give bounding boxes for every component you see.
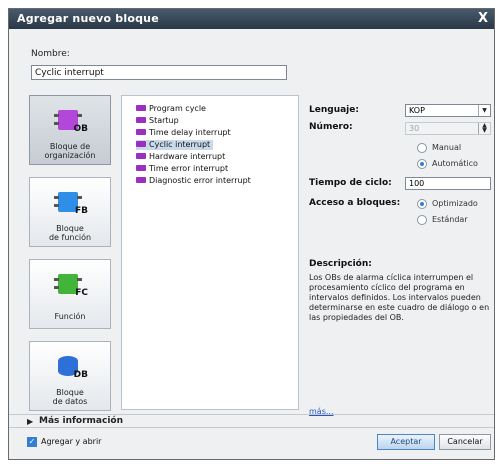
block-access-label: Acceso a bloques: <box>309 198 401 208</box>
db-block-icon: DB <box>54 352 88 380</box>
chevron-down-icon: ▼ <box>478 105 490 116</box>
list-item[interactable]: Startup <box>136 116 179 126</box>
ob-icon <box>136 152 146 159</box>
cycle-time-input[interactable]: 100 <box>405 177 491 190</box>
optimized-radio[interactable] <box>417 199 427 209</box>
add-open-checkbox[interactable]: ✓ <box>27 437 37 447</box>
description-label: Descripción: <box>309 259 372 269</box>
fb-block-icon: FB <box>54 188 88 216</box>
list-item[interactable]: Hardware interrupt <box>136 152 225 162</box>
ob-block-icon: OB <box>54 106 88 134</box>
standard-label: Estándar <box>432 215 468 224</box>
manual-radio[interactable] <box>417 143 427 153</box>
list-item[interactable]: Program cycle <box>136 104 206 114</box>
list-item[interactable]: Diagnostic error interrupt <box>136 176 251 186</box>
block-type-ob-label: Bloque de <box>49 142 91 151</box>
add-block-dialog: Agregar nuevo bloque X Nombre: Cyclic in… <box>8 8 495 460</box>
dialog-title: Agregar nuevo bloque <box>17 12 159 25</box>
ob-icon <box>136 104 146 111</box>
block-type-fc-label: Función <box>54 312 86 321</box>
block-type-panel: OB Bloque de organización FB Bloque de fun… <box>27 95 113 411</box>
block-type-ob[interactable]: OB Bloque de organización <box>29 95 111 165</box>
list-item-selected[interactable]: Cyclic interrupt <box>136 140 214 150</box>
language-select[interactable]: KOP ▼ <box>405 104 491 117</box>
more-info-label: Más información <box>39 416 124 426</box>
optimized-label: Optimizado <box>432 199 478 208</box>
automatic-label: Automático <box>432 159 478 168</box>
automatic-radio[interactable] <box>417 159 427 169</box>
dialog-titlebar: Agregar nuevo bloque X <box>9 9 494 29</box>
name-label: Nombre: <box>31 49 70 59</box>
block-type-fb-label: Bloque <box>56 224 84 233</box>
block-type-db-label-2: de datos <box>52 397 88 406</box>
close-icon[interactable]: X <box>478 11 488 26</box>
ob-icon <box>136 164 146 171</box>
ob-icon <box>136 176 146 183</box>
ob-icon <box>136 116 146 123</box>
number-input[interactable]: 30 ▲ ▼ <box>405 122 491 135</box>
standard-radio[interactable] <box>417 215 427 225</box>
description-text: Los OBs de alarma cíclica interrumpen el… <box>309 273 490 322</box>
expand-arrow-icon: ▶ <box>27 417 34 426</box>
ob-icon <box>136 128 146 135</box>
block-type-ob-label-2: organización <box>44 151 96 160</box>
block-type-fb-label-2: de función <box>48 233 92 242</box>
accept-button[interactable]: Aceptar <box>377 434 435 450</box>
fc-block-icon: FC <box>54 270 88 298</box>
block-type-db[interactable]: DB Bloque de datos <box>29 341 111 411</box>
cycle-time-label: Tiempo de ciclo: <box>309 178 392 188</box>
block-type-fc[interactable]: FC Función <box>29 259 111 329</box>
ob-type-list: Program cycle Startup Time delay interru… <box>121 95 299 410</box>
number-label: Número: <box>309 122 353 132</box>
number-value: 30 <box>409 124 420 133</box>
cancel-button[interactable]: Cancelar <box>439 434 491 450</box>
more-info-bar[interactable]: ▶ Más información <box>9 414 494 428</box>
add-open-label: Agregar y abrir <box>41 437 102 446</box>
language-label: Lenguaje: <box>309 105 359 115</box>
block-type-fb[interactable]: FB Bloque de función <box>29 177 111 247</box>
list-item[interactable]: Time delay interrupt <box>136 128 231 138</box>
block-type-db-label: Bloque <box>56 388 84 397</box>
list-item[interactable]: Time error interrupt <box>136 164 228 174</box>
manual-label: Manual <box>432 143 462 152</box>
name-input[interactable]: Cyclic interrupt <box>31 65 287 80</box>
spinner-icon: ▲ ▼ <box>478 123 490 134</box>
ob-icon <box>136 140 146 147</box>
language-value: KOP <box>409 106 425 115</box>
